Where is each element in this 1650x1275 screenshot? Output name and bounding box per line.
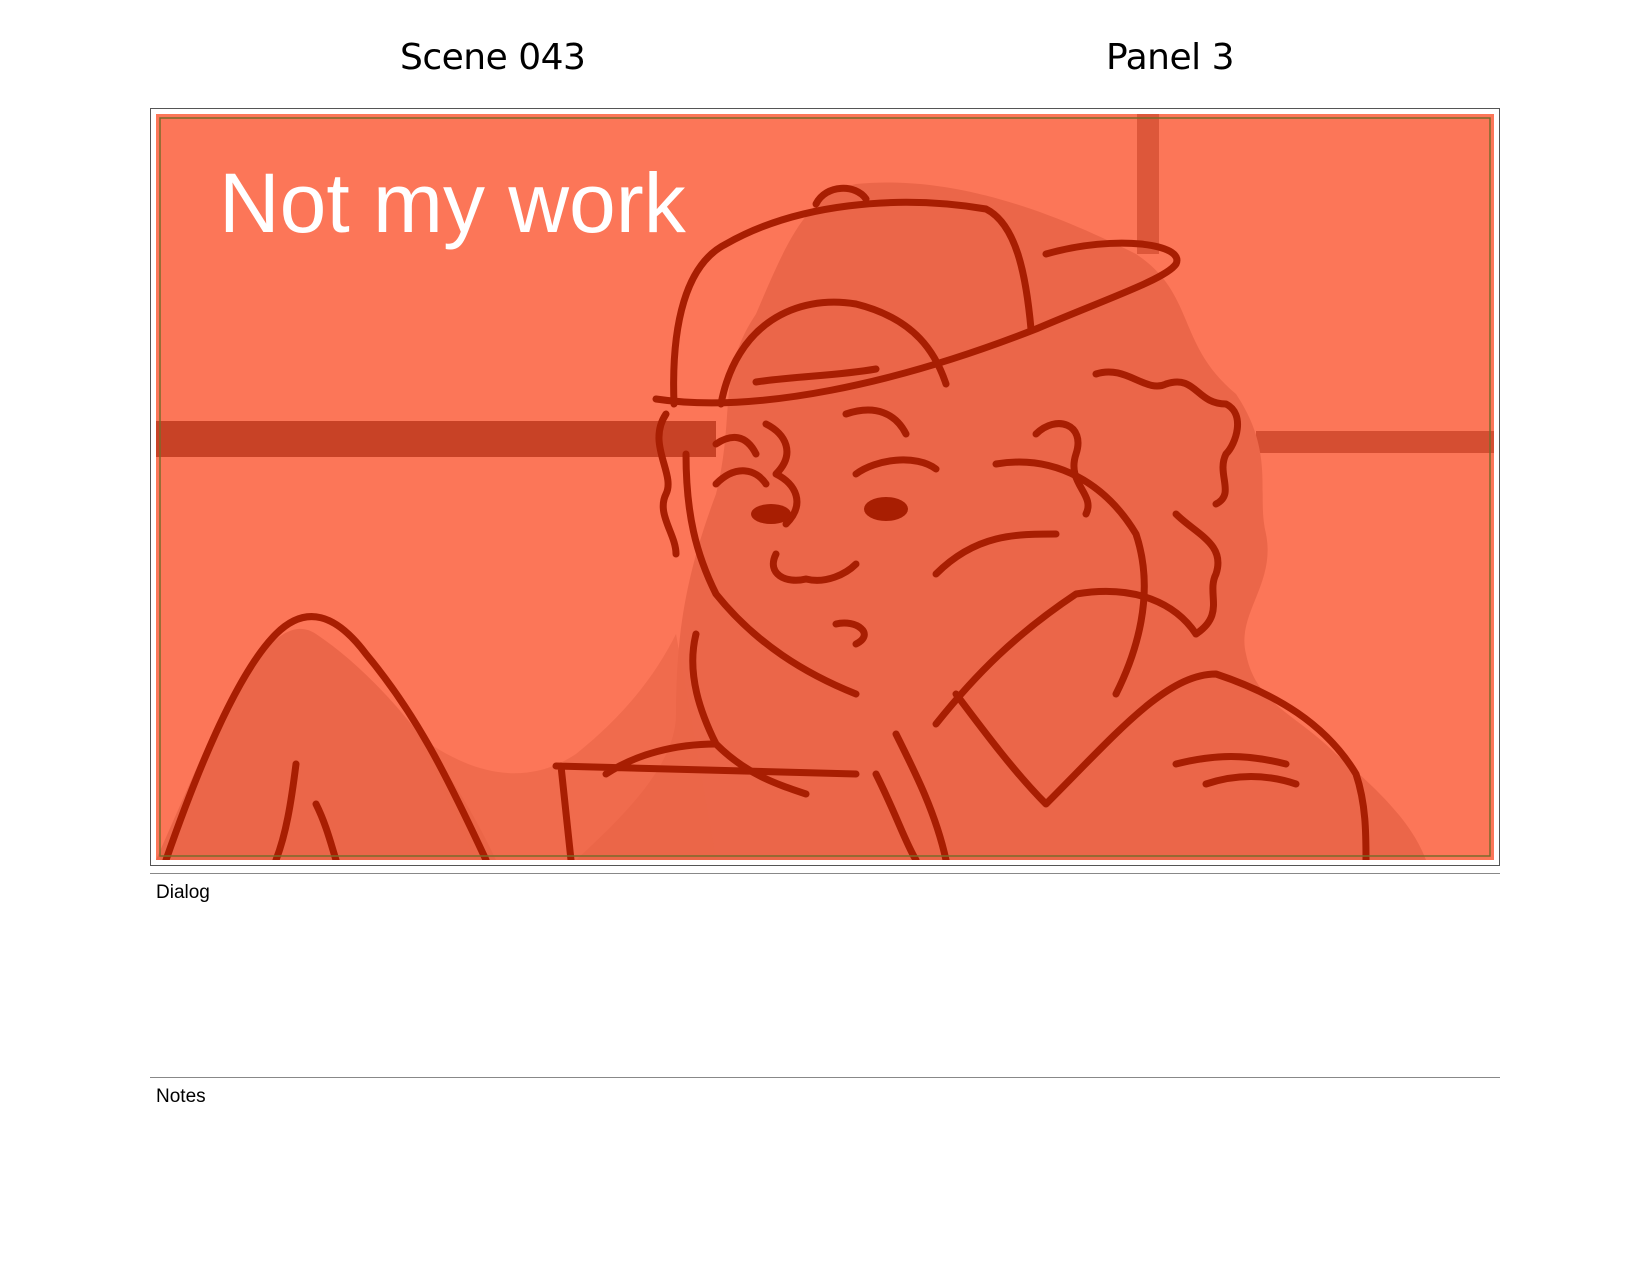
notes-divider: [150, 1077, 1500, 1078]
window-beam-horizontal-left: [156, 421, 716, 457]
dialog-text: [156, 910, 1494, 1070]
dialog-divider: [150, 873, 1500, 874]
notes-label: Notes: [156, 1086, 206, 1107]
dialog-label: Dialog: [156, 882, 210, 903]
window-beam-vertical: [1137, 114, 1159, 254]
scene-number: Scene 043: [400, 37, 586, 78]
panel-artwork: Not my work: [156, 114, 1494, 860]
window-beam-horizontal-right: [1256, 431, 1494, 453]
panel-number: Panel 3: [1106, 37, 1234, 78]
storyboard-panel-frame: Not my work: [150, 108, 1500, 866]
left-eye: [751, 504, 791, 524]
notes-text: [156, 1114, 1494, 1264]
right-eye: [864, 497, 908, 521]
panel-caption: Not my work: [219, 156, 687, 250]
